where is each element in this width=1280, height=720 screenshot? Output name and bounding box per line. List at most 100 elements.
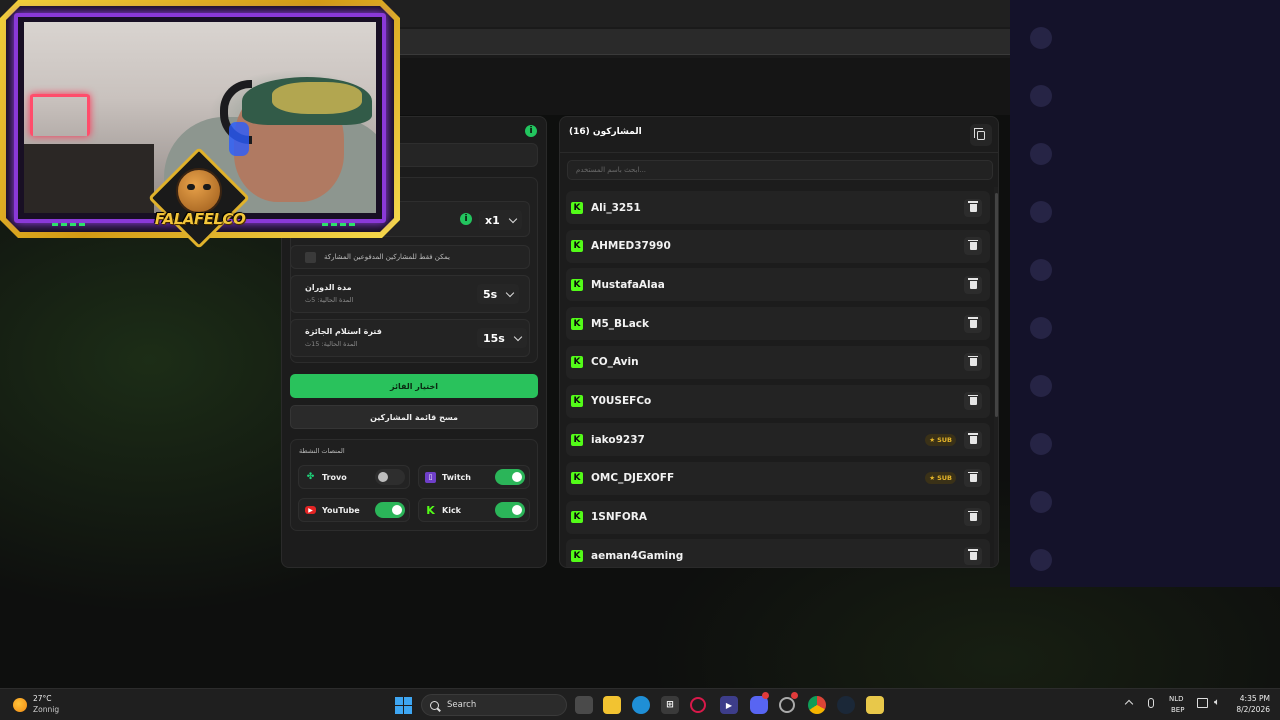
avatar (1030, 85, 1052, 107)
remove-participant-button[interactable] (964, 430, 982, 449)
pick-winner-button[interactable]: اختيار الفائز (290, 374, 538, 398)
frame-ticks-right (322, 223, 355, 226)
kick-icon: K (571, 278, 583, 291)
participant-name: Y0USEFCo (591, 395, 652, 407)
trash-icon (968, 549, 978, 560)
avatar (1030, 317, 1052, 339)
media-app-icon[interactable]: ▶ (720, 696, 738, 714)
language-indicator[interactable]: NLD (1169, 695, 1184, 703)
trash-icon (968, 471, 978, 483)
remove-participant-button[interactable] (964, 469, 982, 488)
mascot-eye (187, 184, 195, 190)
remove-participant-button[interactable] (964, 314, 982, 333)
weather-sun-icon[interactable] (13, 698, 27, 712)
notes-app-icon[interactable] (866, 696, 884, 714)
participant-row: K Y0USEFCo (566, 384, 990, 418)
star-icon: ★ (929, 435, 936, 444)
kick-icon: K (571, 240, 583, 253)
clock-time[interactable]: 4:35 PM (1236, 694, 1270, 703)
remove-participant-button[interactable] (964, 275, 982, 294)
platform-trovo: ✤ Trovo (298, 465, 410, 489)
trash-icon (968, 278, 978, 289)
edge-icon[interactable] (632, 696, 650, 714)
kick-icon: K (571, 201, 583, 214)
remove-participant-button[interactable] (964, 353, 982, 372)
scrollbar-thumb[interactable] (995, 193, 998, 417)
participant-row: K OMC_DJEXOFF ★ SUB (566, 461, 990, 495)
spin-duration-value: 5s (483, 287, 498, 301)
paid-only-label: يمكن فقط للمشاركين المدفوعين المشاركة (324, 253, 450, 261)
overlay-row (1030, 134, 1270, 174)
start-button[interactable] (395, 697, 412, 714)
avatar (1030, 491, 1052, 513)
info-icon[interactable]: i (460, 213, 472, 225)
volume-icon[interactable]: 🔈︎ (1214, 697, 1220, 708)
participant-row: K MustafaAlaa (566, 268, 990, 302)
kick-toggle[interactable] (495, 502, 525, 518)
opera-icon[interactable] (690, 697, 706, 713)
copy-icon (974, 127, 985, 140)
keyboard-layout-indicator[interactable]: BEP (1171, 706, 1184, 714)
participant-row: K aeman4Gaming (566, 539, 990, 567)
participant-row: K M5_BLack (566, 307, 990, 341)
participant-search-input[interactable] (567, 160, 993, 180)
store-icon[interactable]: ⊞ (661, 696, 679, 714)
participant-row: K 1SNFORA (566, 500, 990, 534)
app-icon[interactable] (779, 697, 795, 713)
spin-duration-select[interactable]: 5s (477, 284, 520, 304)
taskbar-search[interactable]: Search (421, 694, 567, 716)
toggle-knob (512, 505, 522, 515)
platform-twitch: ▯ Twitch (418, 465, 530, 489)
participant-row: K AHMED37990 (566, 229, 990, 263)
microphone-icon[interactable] (1148, 698, 1154, 708)
participant-row: K CO_Avin (566, 345, 990, 379)
network-icon[interactable] (1197, 698, 1208, 708)
multiplier-select[interactable]: x1 (479, 210, 522, 230)
remove-participant-button[interactable] (964, 392, 982, 410)
claim-period-subtitle: المدة الحالية: 15ث (305, 340, 358, 348)
chrome-icon[interactable] (808, 696, 826, 714)
kick-icon: K (426, 503, 435, 517)
participants-list: K Ali_3251 K AHMED37990 K MustafaAlaa K … (566, 191, 990, 567)
file-explorer-icon[interactable] (603, 696, 621, 714)
toggle-knob (378, 472, 388, 482)
participants-title: المشاركون (16) (569, 127, 642, 137)
task-view-icon[interactable] (575, 696, 593, 714)
overlay-row (1030, 540, 1270, 580)
platform-name: YouTube (322, 505, 360, 515)
claim-period-select[interactable]: 15s (477, 328, 527, 348)
kick-icon: K (571, 317, 583, 330)
paid-only-option[interactable]: يمكن فقط للمشاركين المدفوعين المشاركة (290, 245, 530, 269)
toggle-knob (392, 505, 402, 515)
participant-row: K Ali_3251 (566, 191, 990, 224)
remove-participant-button[interactable] (964, 508, 982, 527)
info-icon[interactable]: i (525, 125, 537, 137)
copy-list-button[interactable] (970, 124, 992, 146)
avatar (1030, 27, 1052, 49)
trovo-toggle[interactable] (375, 469, 405, 485)
clock-date[interactable]: 8/2/2026 (1226, 705, 1270, 714)
kick-icon: K (571, 511, 583, 524)
avatar (1030, 259, 1052, 281)
weather-description[interactable]: Zonnig (33, 705, 59, 714)
paid-only-checkbox[interactable] (305, 251, 316, 263)
remove-participant-button[interactable] (964, 198, 982, 217)
steam-icon[interactable] (837, 696, 855, 714)
subscriber-badge: ★ SUB (925, 433, 956, 446)
overlay-row (1030, 18, 1270, 58)
kick-icon: K (571, 395, 583, 407)
youtube-toggle[interactable] (375, 502, 405, 518)
kick-icon: K (571, 472, 583, 485)
weather-temperature[interactable]: 27°C (33, 694, 52, 703)
discord-notification-badge (762, 692, 769, 699)
remove-participant-button[interactable] (964, 237, 982, 256)
clear-participants-button[interactable]: مسح قائمة المشاركين (290, 405, 538, 429)
tray-overflow-icon[interactable] (1124, 699, 1134, 709)
youtube-icon: ▶ (305, 506, 316, 514)
remove-participant-button[interactable] (964, 546, 982, 565)
headset-earcup (229, 122, 249, 156)
frame-ticks-left (52, 223, 85, 226)
participant-name: Ali_3251 (591, 201, 641, 214)
stream-chat-overlay (1010, 0, 1280, 587)
twitch-toggle[interactable] (495, 469, 525, 485)
